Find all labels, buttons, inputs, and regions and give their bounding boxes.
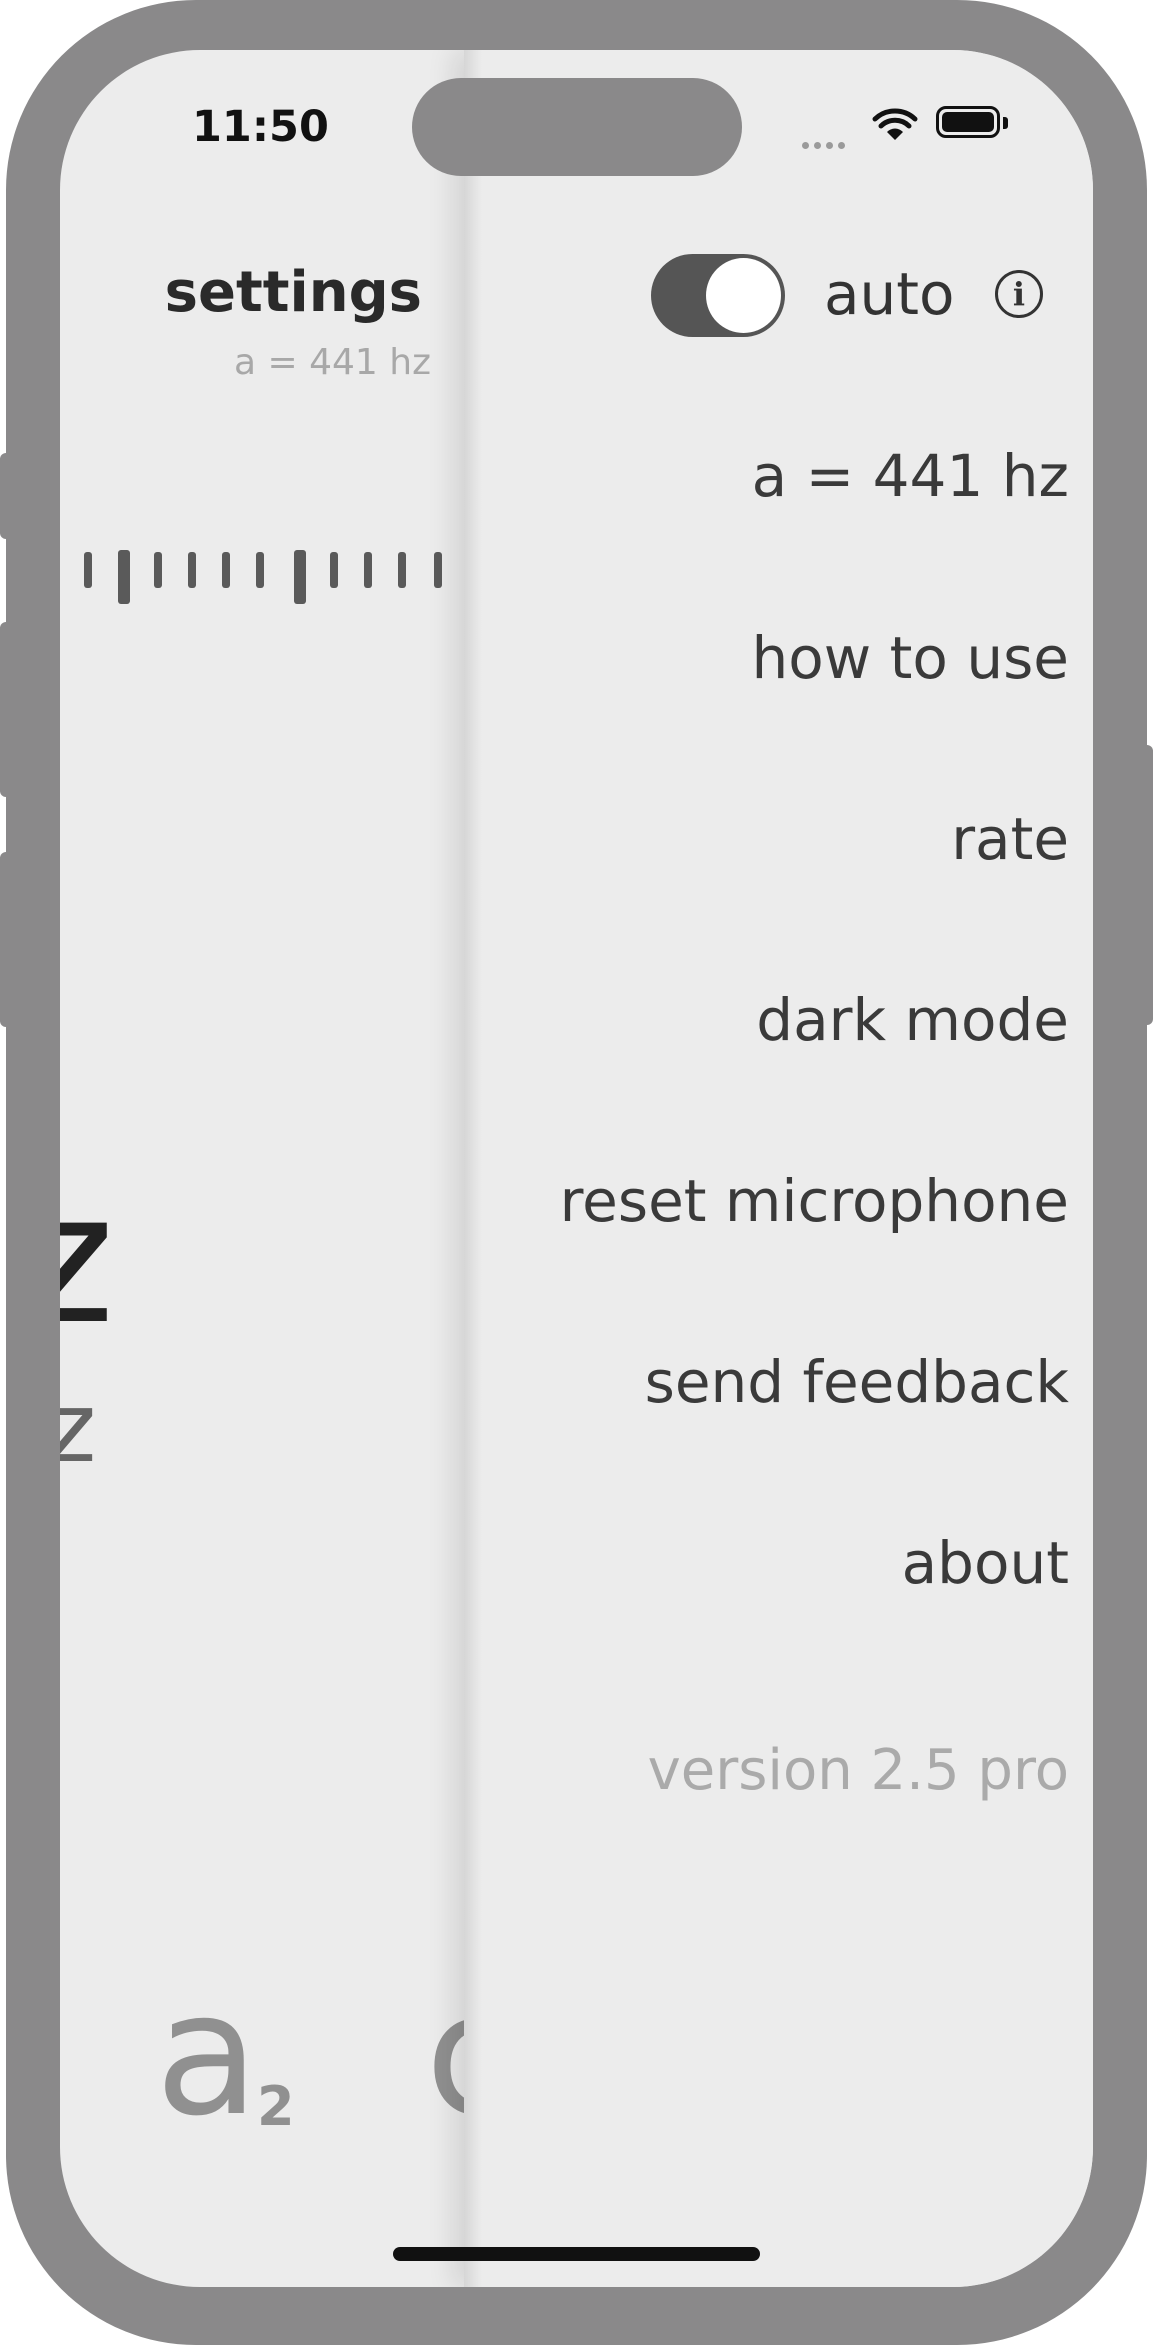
cellular-signal-icon	[802, 134, 850, 153]
screen: settings a = 441 hz z hz a 2 c auto i a …	[60, 50, 1093, 2287]
battery-icon	[936, 106, 1000, 138]
panel-shadow-edge	[464, 50, 482, 2287]
menu-item-reset-microphone[interactable]: reset microphone	[560, 1167, 1069, 1235]
menu-item-how-to-use[interactable]: how to use	[752, 624, 1069, 692]
side-button-power	[1141, 745, 1153, 1025]
tick	[434, 552, 442, 588]
tick	[294, 550, 306, 604]
side-button-volume-down	[0, 852, 12, 1027]
auto-toggle[interactable]	[651, 254, 785, 337]
tick	[222, 552, 230, 588]
tick	[188, 552, 196, 588]
tuner-underlay: settings a = 441 hz z hz a 2 c	[60, 50, 518, 2287]
note-letter: a	[155, 1956, 260, 2154]
wifi-icon	[872, 108, 918, 140]
menu-item-about[interactable]: about	[902, 1529, 1069, 1597]
auto-label: auto	[824, 260, 955, 328]
note-octave: 2	[257, 2075, 295, 2138]
tick	[398, 552, 406, 588]
tick	[330, 552, 338, 588]
tick	[364, 552, 372, 588]
menu-item-send-feedback[interactable]: send feedback	[645, 1348, 1069, 1416]
tick	[154, 552, 162, 588]
side-button-volume-up	[0, 622, 12, 797]
tick	[256, 552, 264, 588]
status-time: 11:50	[192, 102, 329, 152]
side-button-action	[0, 453, 12, 539]
menu-item-reference-pitch[interactable]: a = 441 hz	[752, 442, 1069, 510]
dynamic-island	[412, 78, 742, 176]
frequency-unit: hz	[60, 1372, 97, 1484]
settings-title[interactable]: settings	[165, 260, 422, 325]
tick	[118, 550, 130, 604]
status-bar: 11:50	[60, 50, 1093, 200]
reference-pitch-subtitle: a = 441 hz	[234, 342, 431, 383]
version-label: version 2.5 pro	[647, 1738, 1069, 1803]
info-icon[interactable]: i	[995, 270, 1043, 318]
toggle-knob	[706, 258, 781, 333]
menu-item-dark-mode[interactable]: dark mode	[756, 986, 1069, 1054]
menu-item-rate[interactable]: rate	[951, 805, 1069, 873]
battery-cap	[1003, 117, 1008, 129]
home-indicator[interactable]	[393, 2247, 760, 2261]
tick	[84, 552, 92, 588]
frequency-readout: z	[60, 1155, 115, 1364]
